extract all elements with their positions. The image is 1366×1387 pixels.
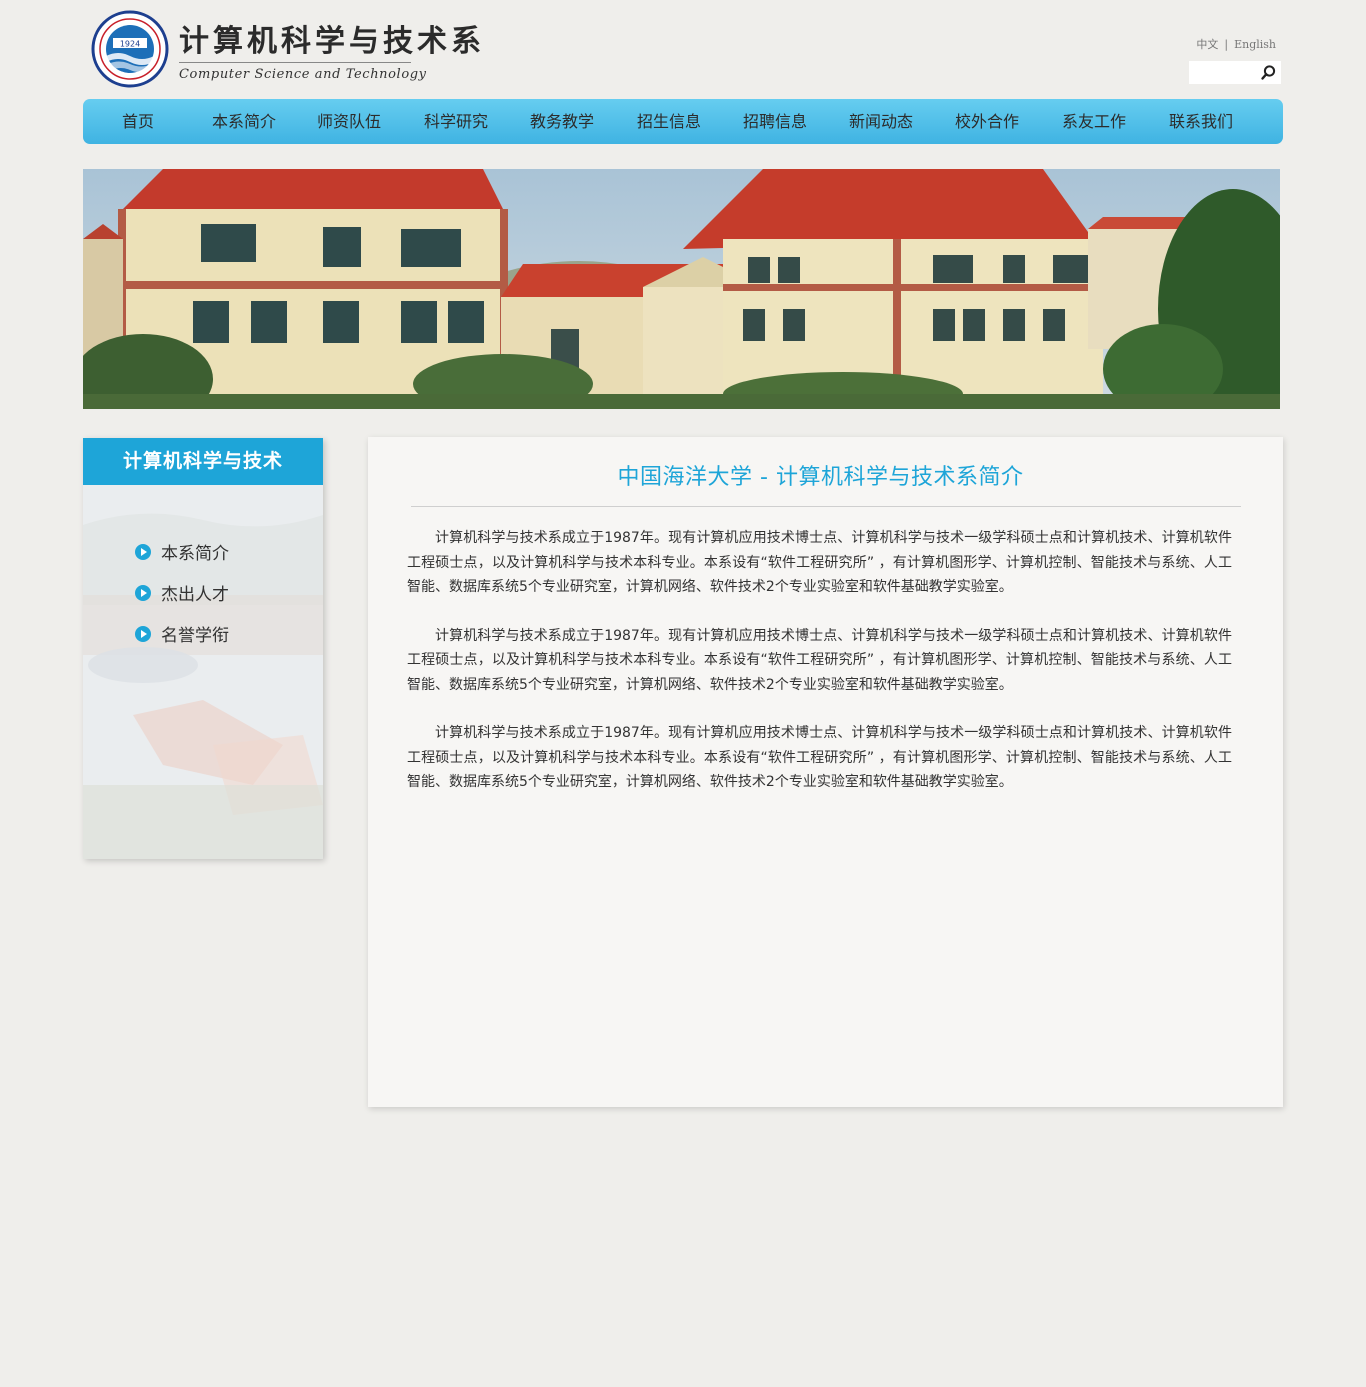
page-wrapper: 1924 计算机科学与技术系 Computer Science and Tech… [83,0,1283,1387]
article-paragraph: 计算机科学与技术系成立于1987年。现有计算机应用技术博士点、计算机科学与技术一… [407,627,1232,693]
nav-home[interactable]: 首页 [122,99,154,144]
nav-research[interactable]: 科学研究 [424,99,488,144]
page-title: 中国海洋大学 - 计算机科学与技术系简介 [617,465,1024,490]
nav-teaching[interactable]: 教务教学 [530,99,594,144]
main-navigation: 首页 本系简介 师资队伍 科学研究 教务教学 招生信息 招聘信息 新闻动态 校外… [83,99,1283,144]
nav-admissions[interactable]: 招生信息 [637,99,701,144]
nav-about[interactable]: 本系简介 [212,99,276,144]
nav-recruitment[interactable]: 招聘信息 [743,99,807,144]
sidebar-item-label: 本系简介 [161,544,229,564]
sidebar-item-about[interactable]: 本系简介 [135,531,229,572]
site-logo[interactable]: 1924 计算机科学与技术系 Computer Science and Tech… [91,10,481,90]
search-icon[interactable] [1260,64,1277,81]
logo-chinese-title: 计算机科学与技术系 [179,24,485,59]
sidebar-item-honorary[interactable]: 名誉学衔 [135,613,229,654]
search-input[interactable] [1189,61,1261,85]
sidebar-item-label: 名誉学衔 [161,626,229,646]
nav-faculty[interactable]: 师资队伍 [317,99,381,144]
lang-english-link[interactable]: English [1234,38,1276,51]
nav-cooperation[interactable]: 校外合作 [955,99,1019,144]
sidebar-title: 计算机科学与技术 [83,438,323,485]
sidebar: 计算机科学与技术 本系简介 杰出人才 名誉学衔 [83,438,323,859]
article-paragraph: 计算机科学与技术系成立于1987年。现有计算机应用技术博士点、计算机科学与技术一… [407,725,1232,790]
play-circle-icon [135,584,151,601]
nav-alumni[interactable]: 系友工作 [1062,99,1126,144]
sidebar-item-label: 杰出人才 [161,585,229,605]
article-body: 计算机科学与技术系成立于1987年。现有计算机应用技术博士点、计算机科学与技术一… [407,526,1232,819]
play-circle-icon [135,625,151,642]
language-switcher: 中文 | English [1196,36,1276,52]
sidebar-menu: 本系简介 杰出人才 名誉学衔 [135,531,229,654]
sidebar-item-talents[interactable]: 杰出人才 [135,572,229,613]
logo-english-title: Computer Science and Technology [179,67,427,82]
search-box [1189,61,1281,85]
nav-news[interactable]: 新闻动态 [849,99,913,144]
article-paragraph: 计算机科学与技术系成立于1987年。现有计算机应用技术博士点、计算机科学与技术一… [407,530,1232,595]
title-divider [411,506,1241,507]
logo-divider [179,62,411,63]
seal-year-text: 1924 [120,40,140,49]
play-circle-icon [135,543,151,560]
university-seal-icon: 1924 [91,10,169,88]
lang-separator: | [1224,38,1229,51]
lang-chinese-link[interactable]: 中文 [1196,38,1218,51]
campus-banner-image [83,169,1280,409]
nav-contact[interactable]: 联系我们 [1169,99,1233,144]
content-panel: 中国海洋大学 - 计算机科学与技术系简介 计算机科学与技术系成立于1987年。现… [368,437,1283,1107]
